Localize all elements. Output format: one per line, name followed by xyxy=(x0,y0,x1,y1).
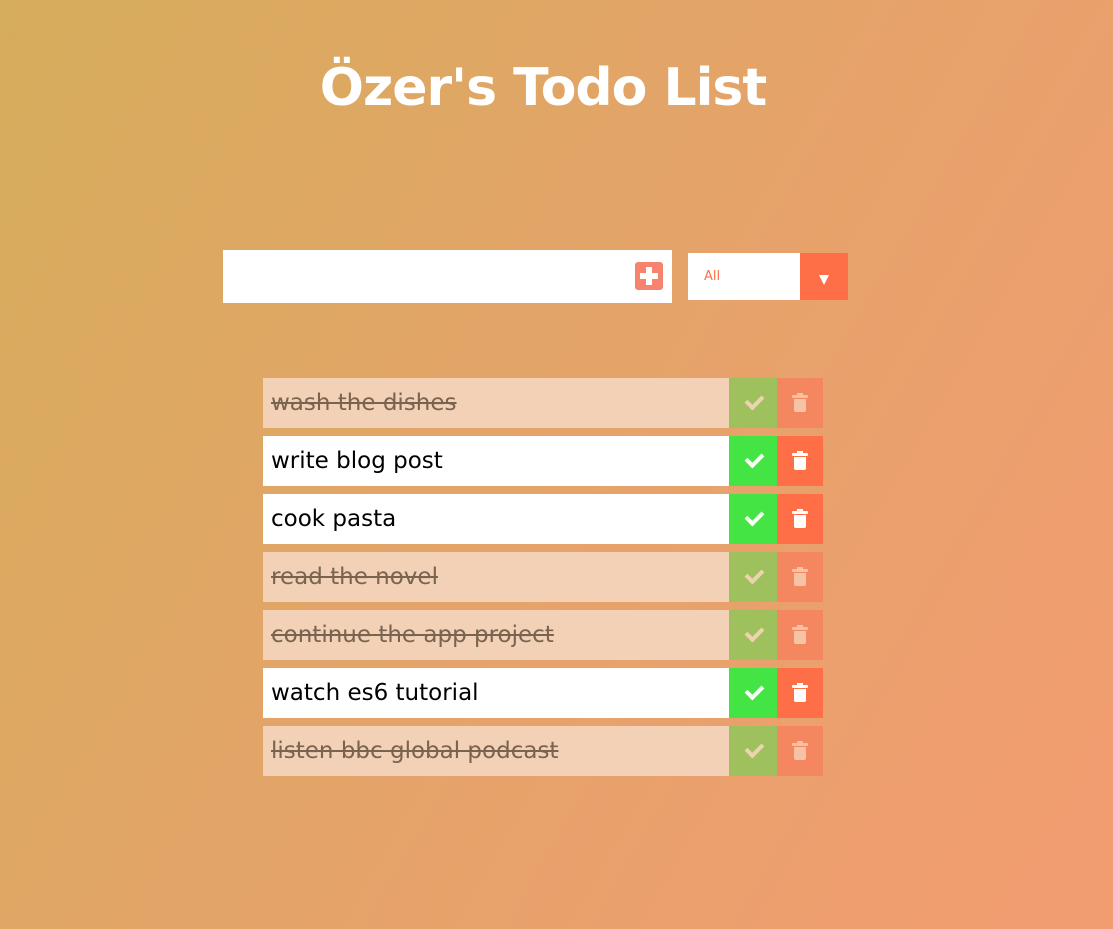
delete-button[interactable] xyxy=(777,436,823,486)
delete-button[interactable] xyxy=(777,668,823,718)
todo-text: listen bbc global podcast xyxy=(271,738,559,764)
todo-text: read the novel xyxy=(271,564,438,590)
page-title: Özer's Todo List xyxy=(319,58,767,118)
todo-form xyxy=(223,250,672,303)
todo-text: continue the app project xyxy=(271,622,554,648)
check-icon xyxy=(744,506,765,527)
todo-item: read the novel xyxy=(263,552,823,602)
complete-button[interactable] xyxy=(729,436,777,486)
check-icon xyxy=(744,564,765,585)
todo-item: wash the dishes xyxy=(263,378,823,428)
todo-text: cook pasta xyxy=(271,506,397,532)
check-icon xyxy=(744,738,765,759)
todo-item: continue the app project xyxy=(263,610,823,660)
filter-select[interactable]: All xyxy=(688,253,848,300)
todo-item: listen bbc global podcast xyxy=(263,726,823,776)
delete-button[interactable] xyxy=(777,726,823,776)
todo-item: cook pasta xyxy=(263,494,823,544)
todo-text: write blog post xyxy=(271,448,443,474)
check-icon xyxy=(744,390,765,411)
todo-item: write blog post xyxy=(263,436,823,486)
caret-down-icon xyxy=(819,275,829,285)
complete-button[interactable] xyxy=(729,726,777,776)
todo-text: watch es6 tutorial xyxy=(271,680,479,706)
delete-button[interactable] xyxy=(777,610,823,660)
complete-button[interactable] xyxy=(729,668,777,718)
complete-button[interactable] xyxy=(729,378,777,428)
todo-item: watch es6 tutorial xyxy=(263,668,823,718)
complete-button[interactable] xyxy=(729,552,777,602)
delete-button[interactable] xyxy=(777,494,823,544)
delete-button[interactable] xyxy=(777,552,823,602)
todo-input[interactable] xyxy=(223,250,623,303)
check-icon xyxy=(744,448,765,469)
check-icon xyxy=(744,622,765,643)
complete-button[interactable] xyxy=(729,494,777,544)
check-icon xyxy=(744,680,765,701)
filter-selected-value: All xyxy=(704,269,721,284)
add-todo-button[interactable] xyxy=(635,262,663,290)
todo-list: wash the dishes write blog post cook pas… xyxy=(263,378,823,784)
delete-button[interactable] xyxy=(777,378,823,428)
filter-dropdown-toggle[interactable] xyxy=(800,253,848,300)
complete-button[interactable] xyxy=(729,610,777,660)
todo-text: wash the dishes xyxy=(271,390,457,416)
